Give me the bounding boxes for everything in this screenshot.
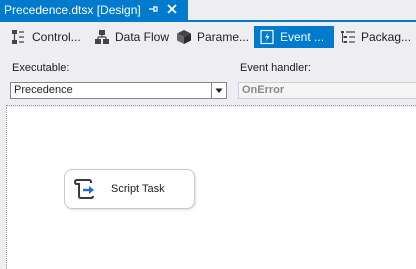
event-handler-label: Event handler: (240, 62, 311, 74)
parameters-icon (177, 30, 191, 44)
script-task[interactable]: Script Task (64, 169, 195, 209)
executable-dropdown-button[interactable] (211, 83, 226, 98)
tab-event-handlers[interactable]: Event ... (254, 26, 334, 48)
package-explorer-icon (341, 31, 355, 43)
executable-value: Precedence (14, 84, 73, 96)
event-handler-value: OnError (242, 84, 285, 96)
event-handler-combo[interactable]: OnError (238, 82, 416, 99)
document-tab-strip: Precedence.dtsx [Design] (0, 0, 416, 22)
pin-icon[interactable] (146, 3, 160, 17)
design-surface-top-border (6, 105, 416, 106)
document-tab[interactable]: Precedence.dtsx [Design] (0, 0, 188, 20)
script-task-icon (73, 179, 94, 199)
script-task-label: Script Task (111, 183, 165, 195)
pin-icon-glyph (149, 6, 158, 12)
tab-package-explorer[interactable]: Packag... (340, 26, 411, 48)
control-flow-icon (12, 30, 24, 44)
event-handlers-icon (260, 29, 274, 45)
executable-combo[interactable]: Precedence (10, 82, 227, 99)
close-icon-glyph (167, 4, 177, 14)
tab-control-flow[interactable]: Control... (11, 26, 81, 48)
tab-parameters[interactable]: Parame... (176, 26, 249, 48)
chevron-down-icon (215, 88, 223, 93)
tab-control-flow-label: Control... (32, 30, 81, 44)
tab-data-flow[interactable]: Data Flow (94, 26, 169, 48)
tab-parameters-label: Parame... (197, 30, 250, 44)
tab-event-handlers-label: Event ... (280, 30, 325, 44)
document-tab-title: Precedence.dtsx [Design] (4, 3, 141, 17)
close-icon[interactable] (164, 2, 180, 18)
tab-data-flow-label: Data Flow (115, 30, 170, 44)
data-flow-icon (95, 30, 109, 44)
tab-package-explorer-label: Packag... (361, 30, 412, 44)
executable-label: Executable: (12, 62, 70, 74)
designer-tab-bar: Control... Data Flow Parame... Event ... (0, 22, 416, 52)
